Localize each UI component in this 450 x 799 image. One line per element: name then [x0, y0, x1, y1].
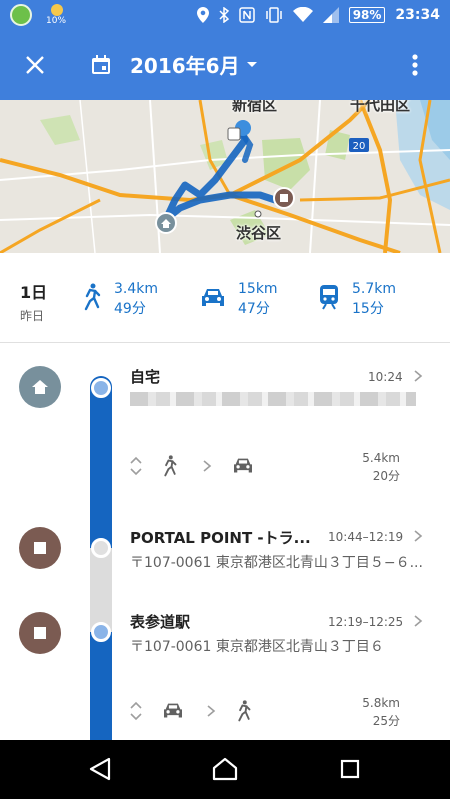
car-icon: [202, 289, 224, 306]
movement-walk-to-car[interactable]: [130, 455, 254, 477]
place1-title[interactable]: PORTAL POINT -トラ...: [130, 527, 311, 548]
more-vert-icon: [412, 54, 418, 76]
back-icon: [89, 757, 111, 781]
recents-icon: [340, 759, 360, 779]
dropdown-arrow-icon: [246, 61, 257, 67]
map-canvas: 20: [0, 100, 450, 253]
timeline-node-place1: [91, 538, 111, 558]
place1-time: 10:44–12:19: [328, 530, 404, 544]
car-distance: 15km: [238, 281, 278, 297]
stop-icon: [34, 542, 46, 554]
clock: 23:34: [395, 7, 440, 23]
bluetooth-icon: [219, 7, 229, 23]
movement-car-to-walk[interactable]: [130, 700, 252, 722]
home-icon: [32, 380, 48, 394]
close-icon: [26, 56, 44, 74]
home-address-blurred: [130, 392, 416, 406]
battery-indicator: 98%: [348, 7, 386, 23]
day-relative: 昨日: [20, 309, 45, 323]
app-notification-icon: [10, 4, 32, 26]
home-title[interactable]: 自宅: [130, 366, 160, 387]
map-label-shibuya: 渋谷区: [236, 224, 282, 242]
overflow-menu-button[interactable]: [400, 50, 430, 80]
nfc-icon: [238, 7, 255, 23]
walk-icon: [238, 700, 251, 722]
walk-icon: [164, 455, 177, 477]
expand-icon: [130, 701, 142, 721]
walk-distance: 3.4km: [114, 281, 159, 297]
movement2-stats: 5.8km 25分: [362, 694, 400, 730]
timeline-segment-drive-2: [90, 632, 112, 740]
place1-chevron-icon[interactable]: [412, 530, 424, 542]
day-label: 1日 昨日: [20, 279, 47, 324]
movement1-distance: 5.4km: [362, 451, 400, 465]
train-icon: [320, 285, 338, 310]
train-distance: 5.7km: [352, 281, 397, 297]
day-summary: 1日 昨日 3.4km 49分 15km 47分 5.7km 15分: [0, 253, 450, 343]
place2-chevron-icon[interactable]: [412, 615, 424, 627]
place2-address: 〒107-0061 東京都港区北青山３丁目６: [130, 639, 384, 655]
car-summary[interactable]: 15km 47分: [200, 279, 278, 319]
walk-summary[interactable]: 3.4km 49分: [82, 279, 158, 319]
car-icon: [164, 703, 182, 718]
map-label-shinjuku: 新宿区: [232, 100, 278, 114]
wifi-icon: [292, 7, 313, 22]
signal-icon: [322, 7, 339, 23]
car-icon: [234, 458, 252, 473]
location-icon: [196, 7, 209, 23]
timeline-segment-stay: [90, 548, 112, 632]
back-button[interactable]: [85, 754, 115, 784]
stop-icon: [34, 627, 46, 639]
home-time: 10:24: [368, 370, 403, 384]
app-bar: 2016年6月: [0, 30, 450, 100]
place1-icon[interactable]: [19, 527, 61, 569]
walk-duration: 49分: [114, 301, 146, 317]
timeline-node-home: [91, 378, 111, 398]
home-nav-icon: [212, 757, 238, 781]
calendar-icon[interactable]: [91, 55, 111, 75]
movement1-stats: 5.4km 20分: [362, 449, 400, 485]
place2-time: 12:19–12:25: [328, 615, 404, 629]
moon-icon: 10%: [46, 4, 70, 26]
place2-icon[interactable]: [19, 612, 61, 654]
movement2-duration: 25分: [372, 714, 400, 728]
home-place-icon[interactable]: [19, 366, 61, 408]
car-duration: 47分: [238, 301, 270, 317]
close-button[interactable]: [20, 50, 50, 80]
home-button[interactable]: [210, 754, 240, 784]
place1-address: 〒107-0061 東京都港区北青山３丁目５−６...: [130, 555, 423, 571]
timeline-node-place2: [91, 622, 111, 642]
day-number: 1日: [20, 283, 48, 302]
arrow-right-icon: [207, 705, 216, 717]
place2-title[interactable]: 表参道駅: [130, 611, 190, 632]
system-nav-bar: [0, 740, 450, 799]
map-label-chiyoda: 千代田区: [350, 100, 411, 114]
movement2-distance: 5.8km: [362, 696, 400, 710]
moon-percent: 10%: [46, 16, 67, 26]
status-bar: 10% 98% 23:34: [0, 0, 450, 30]
route-shield-label: 20: [353, 141, 366, 152]
train-summary[interactable]: 5.7km 15分: [318, 279, 396, 319]
home-chevron-icon[interactable]: [412, 370, 424, 382]
month-selector[interactable]: 2016年6月: [130, 50, 258, 79]
arrow-right-icon: [203, 460, 212, 472]
timeline-segment-drive: [90, 376, 112, 548]
month-title: 2016年6月: [130, 54, 240, 78]
vibrate-icon: [265, 7, 282, 23]
recents-button[interactable]: [335, 754, 365, 784]
expand-icon: [130, 456, 142, 476]
route-map[interactable]: 20 新宿区 千代田区 渋谷区: [0, 100, 450, 253]
train-duration: 15分: [352, 301, 384, 317]
movement1-duration: 20分: [372, 469, 400, 483]
walk-icon: [84, 283, 101, 311]
